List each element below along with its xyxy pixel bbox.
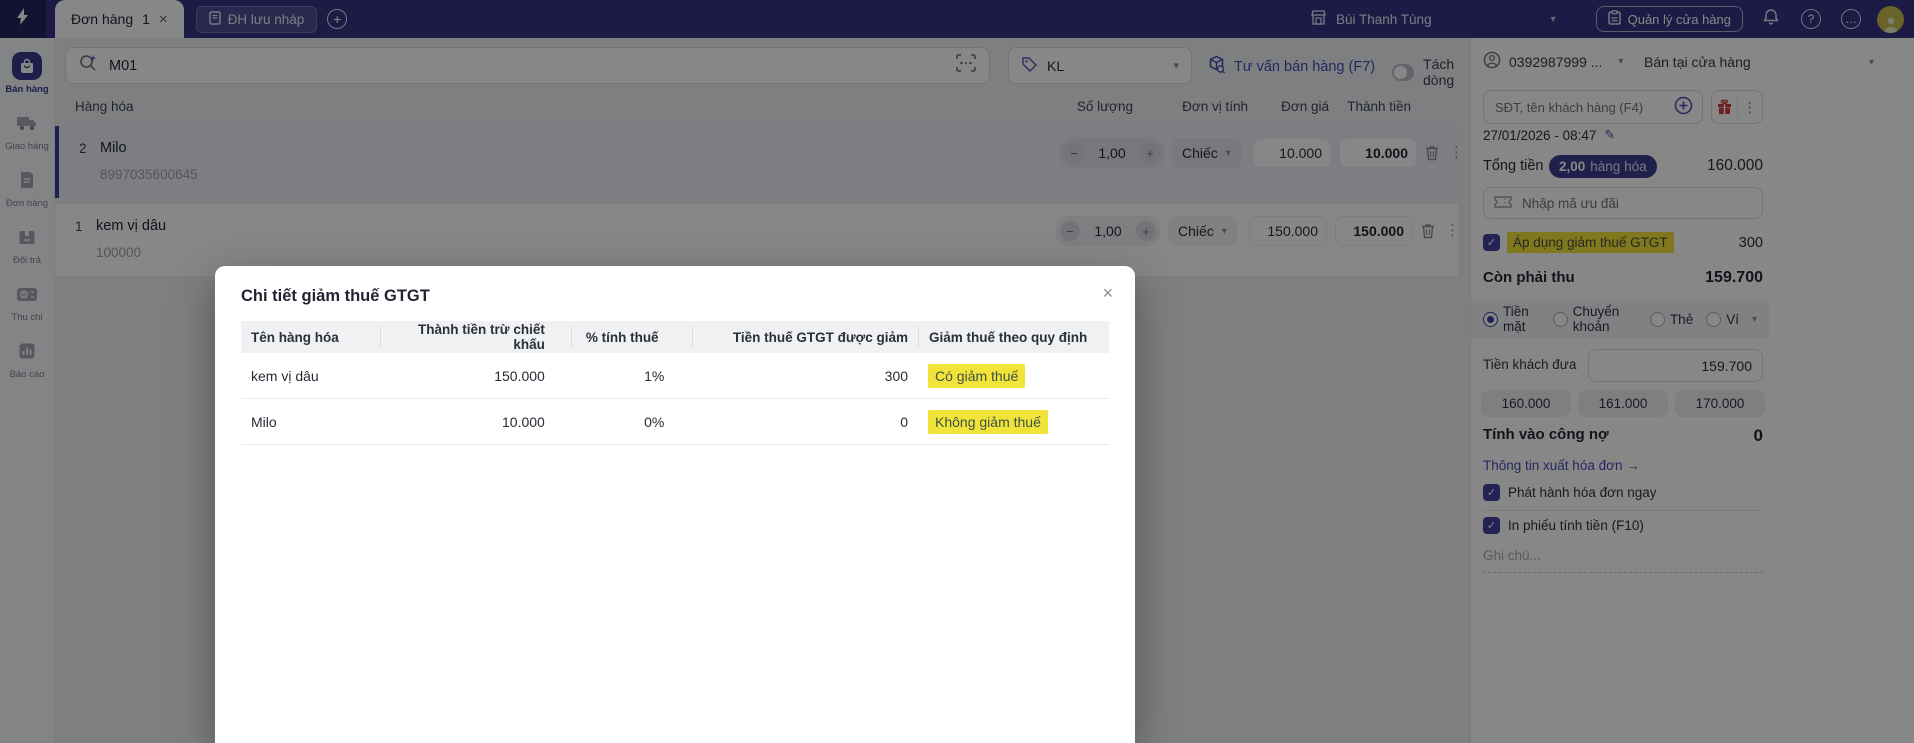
tax-rate-value: 1% — [644, 367, 665, 384]
vat-detail-table: Tên hàng hóa Thành tiền trừ chiết khấu %… — [241, 321, 1109, 445]
vat-reduced-value: 300 — [884, 367, 909, 384]
col-vat-reduced: Tiền thuế GTGT được giảm — [692, 327, 918, 347]
vat-table-row: Milo 10.000 0% 0 Không giảm thuế — [241, 399, 1109, 445]
reduction-status: Không giảm thuế — [918, 409, 1109, 434]
col-tax-rate: % tính thuế — [570, 327, 693, 347]
col-amount-after-discount: Thành tiền trừ chiết khấu — [379, 322, 571, 352]
product-name: kem vị dâu — [251, 367, 319, 384]
product-name: Milo — [251, 413, 277, 430]
tax-rate-value: 0% — [644, 413, 665, 430]
pos-screen: Đơn hàng 1 × ĐH lưu nháp + Bùi Thanh Tùn… — [0, 0, 1914, 743]
col-product-name: Tên hàng hóa — [251, 329, 339, 345]
vat-reduced-value: 0 — [900, 413, 909, 430]
status-badge: Có giảm thuế — [928, 363, 1026, 388]
col-reduction-status: Giảm thuế theo quy định — [918, 327, 1109, 347]
vat-detail-modal: Chi tiết giảm thuế GTGT × Tên hàng hóa T… — [215, 266, 1135, 743]
modal-close-button[interactable]: × — [1102, 283, 1113, 304]
reduction-status: Có giảm thuế — [918, 363, 1109, 388]
vat-table-row: kem vị dâu 150.000 1% 300 Có giảm thuế — [241, 353, 1109, 399]
modal-title: Chi tiết giảm thuế GTGT — [241, 287, 430, 305]
amount-value: 150.000 — [494, 367, 545, 384]
vat-table-header: Tên hàng hóa Thành tiền trừ chiết khấu %… — [241, 321, 1109, 353]
amount-value: 10.000 — [502, 413, 545, 430]
status-badge: Không giảm thuế — [928, 409, 1048, 434]
